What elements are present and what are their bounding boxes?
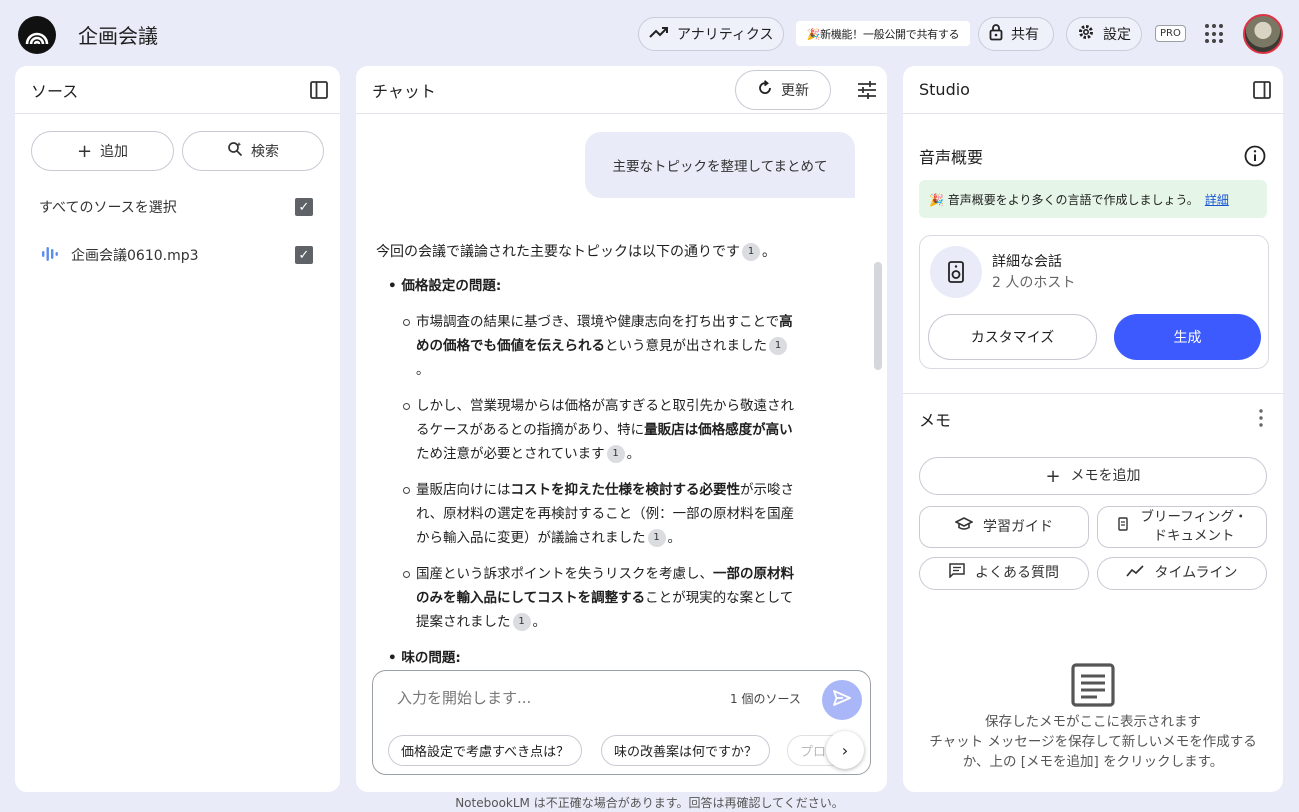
suggestion-chip[interactable]: 味の改善案は何ですか？ <box>601 735 771 766</box>
divider <box>903 393 1283 394</box>
add-source-label: 追加 <box>100 144 129 160</box>
empty-notes-message: 保存したメモがここに表示されます チャット メッセージを保存して新しいメモを作成… <box>919 712 1267 772</box>
chat-scrollbar[interactable] <box>874 262 882 370</box>
gear-icon <box>1077 23 1095 45</box>
search-source-button[interactable]: 検索 <box>182 131 324 171</box>
language-banner: 🎉 音声概要をより多くの言語で作成しましょう。 詳細 <box>919 180 1267 218</box>
notes-empty-icon <box>1071 663 1115 711</box>
suggestion-chip[interactable]: 価格設定で考慮すべき点は？ <box>388 735 583 766</box>
chat-composer: 入力を開始します... 1 個のソース 価格設定で考慮すべき点は？ 味の改善案は… <box>372 670 871 775</box>
send-button[interactable] <box>822 680 862 720</box>
topic-point: しかし、営業現場からは価格が高すぎると取引先から敬遠されるケースがあるとの指摘が… <box>403 394 796 466</box>
briefing-doc-label: ブリーフィング・ドキュメント <box>1140 509 1248 544</box>
audio-overview-title: 音声概要 <box>919 148 984 167</box>
citation-badge[interactable]: 1 <box>647 529 666 547</box>
source-count: 1 個のソース <box>730 692 801 706</box>
share-label: 共有 <box>1011 27 1039 43</box>
audio-waveform-icon <box>41 246 59 266</box>
refresh-button[interactable]: 更新 <box>735 70 831 110</box>
analytics-label: アナリティクス <box>677 27 774 43</box>
topic-heading: • 価格設定の問題: <box>388 278 502 294</box>
chat-input[interactable]: 入力を開始します... <box>397 687 531 708</box>
send-icon <box>833 690 851 710</box>
plus-icon: + <box>1045 465 1061 487</box>
collapse-panel-icon[interactable] <box>310 81 328 103</box>
chevron-right-icon[interactable]: › <box>826 731 864 769</box>
sources-header: ソース <box>15 66 340 114</box>
refresh-icon <box>757 80 773 100</box>
notebooklm-logo-icon[interactable] <box>18 16 56 54</box>
share-promo-badge[interactable]: 🎉新機能！一般公開で共有する <box>796 21 970 46</box>
notebook-title[interactable]: 企画会議 <box>78 20 158 49</box>
top-bar: 企画会議 アナリティクス 🎉新機能！一般公開で共有する 共有 設定 PRO <box>0 0 1299 66</box>
citation-badge[interactable]: 1 <box>769 337 787 355</box>
graduation-cap-icon <box>954 517 974 537</box>
source-checkbox[interactable]: ✓ <box>295 246 313 264</box>
study-guide-label: 学習ガイド <box>983 518 1053 535</box>
settings-label: 設定 <box>1103 27 1131 43</box>
memo-title: メモ <box>919 411 952 430</box>
analytics-button[interactable]: アナリティクス <box>638 17 784 51</box>
search-spark-icon <box>227 141 243 161</box>
user-message-bubble: 主要なトピックを整理してまとめて <box>585 132 855 198</box>
speaker-icon <box>930 246 982 298</box>
assistant-response: 今回の会議で議論された主要なトピックは以下の通りです 1。 • 価格設定の問題: … <box>376 240 816 670</box>
response-intro: 今回の会議で議論された主要なトピックは以下の通りです 1。 <box>376 243 776 261</box>
generate-button[interactable]: 生成 <box>1114 314 1261 360</box>
source-name: 企画会議0610.mp3 <box>71 248 199 264</box>
citation-badge[interactable]: 1 <box>742 243 760 261</box>
audio-overview-card: 詳細な会話 2 人のホスト カスタマイズ 生成 <box>919 235 1269 369</box>
refresh-label: 更新 <box>781 83 809 99</box>
topic-point: 量販店向けにはコストを抑えた仕様を検討する必要性が示唆され、原材料の選定を再検討… <box>403 478 796 550</box>
sources-title: ソース <box>31 81 79 101</box>
card-title: 詳細な会話 <box>992 254 1062 270</box>
share-button[interactable]: 共有 <box>978 17 1054 51</box>
search-source-label: 検索 <box>251 144 279 160</box>
chat-bubble-icon <box>949 563 965 584</box>
faq-label: よくある質問 <box>975 565 1059 581</box>
add-source-button[interactable]: + 追加 <box>31 131 174 171</box>
topic-point: 国産という訴求ポイントを失うリスクを考慮し、一部の原材料のみを輸入品にしてコスト… <box>403 562 796 634</box>
studio-title: Studio <box>919 80 970 99</box>
chat-header: チャット 更新 <box>356 66 887 114</box>
study-guide-button[interactable]: 学習ガイド <box>919 506 1089 548</box>
card-subtitle: 2 人のホスト <box>992 275 1076 291</box>
settings-button[interactable]: 設定 <box>1066 17 1142 51</box>
collapse-panel-icon[interactable] <box>1253 81 1271 103</box>
sources-panel: ソース + 追加 検索 すべてのソースを選択 ✓ 企画会議0610.mp3 ✓ <box>15 66 340 792</box>
add-memo-button[interactable]: + メモを追加 <box>919 457 1267 495</box>
tune-settings-icon[interactable] <box>857 81 877 103</box>
citation-badge[interactable]: 1 <box>512 613 531 631</box>
empty-notes-title: 保存したメモがここに表示されます <box>985 714 1201 730</box>
document-icon <box>1118 517 1128 537</box>
timeline-icon <box>1126 564 1145 583</box>
studio-header: Studio <box>903 66 1283 114</box>
chat-panel: チャット 更新 主要なトピックを整理してまとめて 今回の会議で議論された主要なト… <box>356 66 887 792</box>
select-all-checkbox[interactable]: ✓ <box>295 198 313 216</box>
apps-grid-icon[interactable] <box>1205 24 1225 44</box>
lock-icon <box>989 23 1003 45</box>
add-memo-label: メモを追加 <box>1070 467 1141 484</box>
disclaimer-footer: NotebookLM は不正確な場合があります。回答は再確認してください。 <box>455 796 844 810</box>
timeline-label: タイムライン <box>1154 565 1238 581</box>
studio-panel: Studio 音声概要 🎉 音声概要をより多くの言語で作成しましょう。 詳細 詳… <box>903 66 1283 792</box>
banner-text: 🎉 音声概要をより多くの言語で作成しましょう。 <box>929 192 1199 207</box>
empty-notes-description: チャット メッセージを保存して新しいメモを作成するか、上の [メモを追加] をク… <box>929 734 1257 770</box>
topic-heading: • 味の問題: <box>388 650 461 666</box>
banner-details-link[interactable]: 詳細 <box>1205 191 1229 208</box>
topic-point: 市場調査の結果に基づき、環境や健康志向を打ち出すことで高めの価格でも価値を伝えら… <box>403 310 796 382</box>
info-icon[interactable] <box>1244 145 1266 171</box>
plus-icon: + <box>76 140 93 162</box>
timeline-button[interactable]: タイムライン <box>1097 557 1267 590</box>
citation-badge[interactable]: 1 <box>606 445 625 463</box>
chat-title: チャット <box>372 81 436 101</box>
customize-button[interactable]: カスタマイズ <box>928 314 1097 360</box>
trending-up-icon <box>649 25 669 43</box>
briefing-doc-button[interactable]: ブリーフィング・ドキュメント <box>1097 506 1267 548</box>
pro-badge: PRO <box>1155 25 1186 42</box>
faq-button[interactable]: よくある質問 <box>919 557 1089 590</box>
account-avatar[interactable] <box>1243 14 1283 54</box>
more-vert-icon[interactable] <box>1259 409 1263 431</box>
select-all-label: すべてのソースを選択 <box>39 200 177 216</box>
